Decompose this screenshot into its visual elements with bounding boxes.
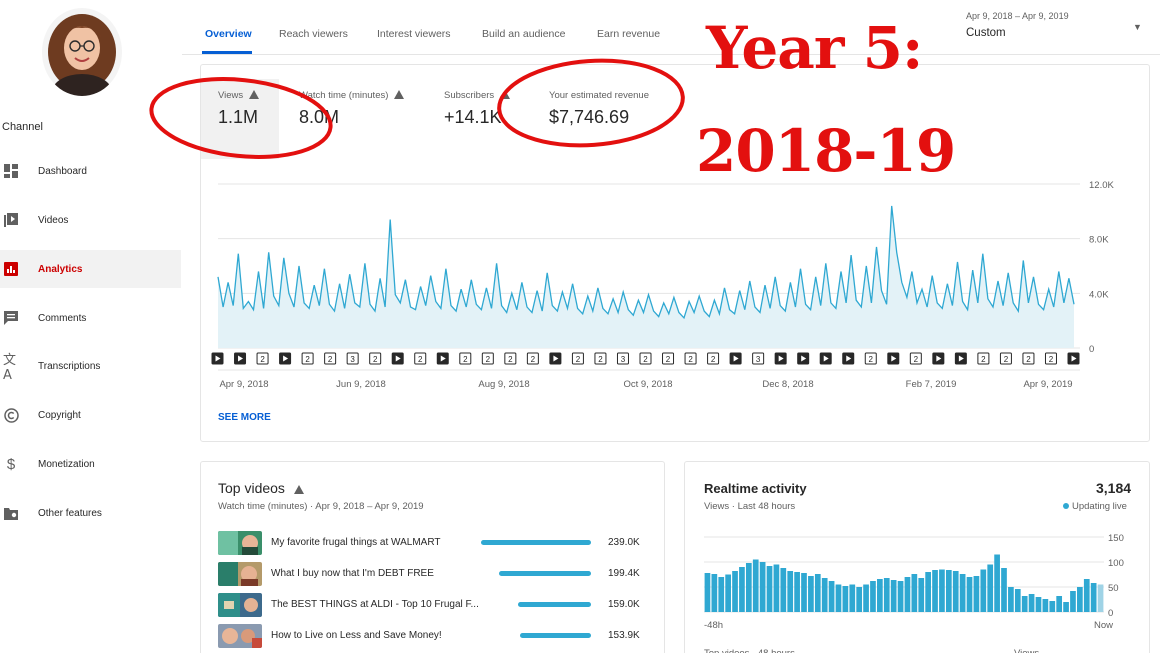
rt-y-tick-label: 50 — [1108, 583, 1119, 594]
rt-bar — [856, 587, 863, 612]
rt-y-tick-label: 150 — [1108, 533, 1124, 544]
rt-bar — [918, 578, 925, 612]
rt-bar — [1028, 594, 1035, 612]
rt-y-tick-label: 0 — [1108, 608, 1113, 619]
rt-bar — [814, 574, 821, 612]
rt-bar — [877, 579, 883, 612]
rt-bar — [1090, 583, 1097, 612]
rt-bar — [890, 580, 897, 612]
rt-bar — [959, 574, 966, 612]
rt-bar — [939, 569, 945, 612]
rt-bar — [973, 576, 980, 612]
rt-bar — [945, 570, 952, 612]
rt-bar — [828, 581, 835, 612]
rt-bar — [849, 584, 856, 612]
rt-bar — [711, 574, 718, 612]
rt-bar — [787, 571, 794, 612]
rt-bar — [780, 568, 787, 612]
rt-cut-label: Top videos · 48 hours — [704, 648, 795, 653]
rt-bar — [794, 572, 800, 612]
rt-bar — [966, 577, 973, 612]
rt-bar — [1077, 587, 1083, 612]
rt-x-tick-label: Now — [1094, 620, 1113, 631]
rt-bar — [704, 573, 711, 612]
rt-bar — [897, 581, 904, 612]
rt-bar — [766, 566, 773, 612]
rt-bar — [994, 554, 1000, 612]
rt-bar — [952, 571, 959, 612]
rt-bar — [1008, 587, 1014, 612]
rt-bar — [739, 567, 745, 612]
rt-bar — [904, 577, 911, 612]
rt-bar — [980, 569, 987, 612]
rt-bar — [1097, 584, 1104, 612]
rt-bar — [863, 584, 869, 612]
rt-bar — [1083, 579, 1090, 612]
rt-bar — [808, 576, 814, 612]
rt-bar — [718, 577, 725, 612]
rt-bar — [801, 573, 807, 612]
rt-bar — [1070, 591, 1076, 612]
rt-cut-label: Views — [1014, 648, 1039, 653]
rt-bar — [725, 574, 731, 612]
rt-bar — [1001, 568, 1007, 612]
rt-bar — [759, 562, 766, 612]
rt-bar — [745, 563, 752, 612]
rt-bar — [925, 572, 931, 612]
realtime-bar-chart: 150 100 50 0 -48h Now Top videos · 48 hours Vie… — [704, 533, 1124, 653]
rt-bar — [752, 559, 759, 612]
rt-bar — [987, 564, 994, 612]
rt-bar — [883, 578, 890, 612]
rt-bar — [1021, 596, 1028, 612]
rt-x-tick-label: -48h — [704, 620, 723, 631]
rt-bar — [932, 570, 938, 612]
rt-bar — [1035, 597, 1042, 612]
rt-bar — [1063, 602, 1069, 612]
rt-bar — [911, 574, 918, 612]
rt-bar — [1014, 589, 1021, 612]
rt-bar — [835, 584, 842, 612]
rt-bar — [842, 586, 849, 612]
rt-bar — [732, 571, 738, 612]
rt-bar — [773, 564, 780, 612]
rt-bar — [870, 581, 876, 612]
rt-bar — [1049, 601, 1056, 612]
rt-bar — [821, 578, 828, 612]
rt-y-tick-label: 100 — [1108, 558, 1124, 569]
rt-bar — [1042, 599, 1049, 612]
rt-bar — [1056, 596, 1063, 612]
